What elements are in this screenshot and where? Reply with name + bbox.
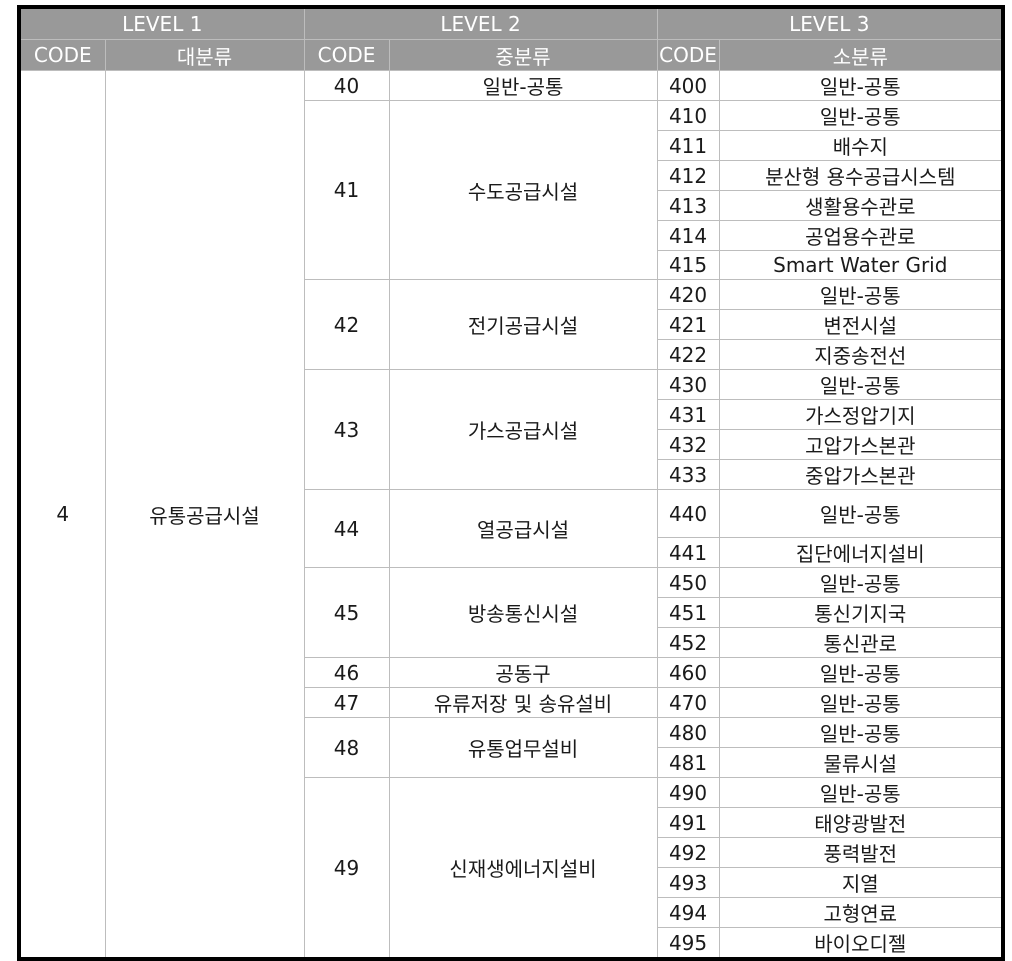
level2-code-cell: 48: [303, 717, 390, 779]
level1-name-header: 대분류: [104, 39, 305, 71]
level3-code-cell: 413: [656, 190, 720, 221]
level3-name-cell: 태양광발전: [718, 807, 1004, 839]
level3-code-cell: 412: [656, 160, 720, 191]
table-row: 4 유통공급시설 40 일반-공통 400 일반-공통: [18, 70, 1004, 960]
level3-code-cell: 421: [656, 309, 720, 341]
level3-name-cell: 일반-공통: [718, 70, 1004, 101]
level1-header: LEVEL 1: [18, 6, 305, 40]
level2-name-cell: 방송통신시설: [388, 567, 658, 659]
level3-name-cell: 일반-공통: [718, 489, 1004, 539]
level2-code-cell: 47: [303, 687, 390, 719]
level3-code-cell: 451: [656, 597, 720, 629]
level3-name-cell: 물류시설: [718, 747, 1004, 779]
level1-code-cell: 4: [18, 70, 106, 960]
level3-name-cell: 생활용수관로: [718, 190, 1004, 221]
level2-code-cell: 40: [303, 70, 390, 101]
level2-name-cell: 수도공급시설: [388, 99, 658, 281]
level3-name-cell: 변전시설: [718, 309, 1004, 341]
table-header: LEVEL 1 LEVEL 2 LEVEL 3 CODE 대분류 CODE 중분…: [18, 6, 1004, 71]
level3-code-cell: 422: [656, 339, 720, 371]
level2-name-cell: 유류저장 및 송유설비: [388, 687, 658, 719]
level3-code-cell: 480: [656, 717, 720, 749]
level3-name-cell: 일반-공통: [718, 717, 1004, 749]
level3-name-cell: 일반-공통: [718, 369, 1004, 401]
level2-name-cell: 전기공급시설: [388, 279, 658, 371]
level3-name-cell: 중압가스본관: [718, 459, 1004, 491]
level3-code-cell: 440: [656, 489, 720, 539]
level3-name-cell: 지중송전선: [718, 339, 1004, 371]
level3-code-cell: 410: [656, 100, 720, 131]
level3-name-cell: 통신관로: [718, 627, 1004, 659]
level2-code-cell: 46: [303, 657, 390, 689]
level1-code-header: CODE: [18, 39, 106, 71]
level3-name-cell: 일반-공통: [718, 777, 1004, 809]
level3-code-cell: 481: [656, 747, 720, 779]
level2-code-cell: 41: [303, 99, 390, 281]
level3-code-cell: 411: [656, 130, 720, 161]
level2-code-cell: 44: [303, 489, 390, 569]
level3-code-cell: 470: [656, 687, 720, 719]
level3-name-cell: 일반-공통: [718, 279, 1004, 311]
level3-code-cell: 430: [656, 369, 720, 401]
level2-name-cell: 신재생에너지설비: [388, 777, 658, 960]
level3-code-cell: 420: [656, 279, 720, 311]
level2-header: LEVEL 2: [303, 6, 658, 40]
level3-name-cell: 집단에너지설비: [718, 537, 1004, 569]
level3-code-cell: 441: [656, 537, 720, 569]
level3-name-cell: 일반-공통: [718, 657, 1004, 689]
level3-code-cell: 432: [656, 429, 720, 461]
level2-code-cell: 42: [303, 279, 390, 371]
level3-name-cell: 고형연료: [718, 897, 1004, 929]
level2-name-cell: 가스공급시설: [388, 369, 658, 491]
table-body: 4 유통공급시설 40 일반-공통 400 일반-공통 41 수도공급시설 410 일반-공통 41…: [18, 70, 1004, 960]
level3-code-cell: 452: [656, 627, 720, 659]
level3-code-cell: 495: [656, 927, 720, 960]
level2-name-cell: 일반-공통: [388, 70, 658, 101]
level2-name-cell: 열공급시설: [388, 489, 658, 569]
level2-name-header: 중분류: [388, 39, 658, 71]
level3-header: LEVEL 3: [656, 6, 1004, 40]
level3-code-header: CODE: [656, 39, 720, 71]
level3-name-cell: 통신기지국: [718, 597, 1004, 629]
level3-name-cell: 가스정압기지: [718, 399, 1004, 431]
level3-code-cell: 431: [656, 399, 720, 431]
level2-code-cell: 45: [303, 567, 390, 659]
level3-code-cell: 492: [656, 837, 720, 869]
level3-code-cell: 450: [656, 567, 720, 599]
level2-code-header: CODE: [303, 39, 390, 71]
level3-name-cell: 일반-공통: [718, 567, 1004, 599]
level3-name-cell: 지열: [718, 867, 1004, 899]
level3-name-cell: 바이오디젤: [718, 927, 1004, 960]
level1-name-cell: 유통공급시설: [104, 70, 305, 960]
level3-name-cell: 공업용수관로: [718, 220, 1004, 251]
level3-name-cell: Smart Water Grid: [718, 249, 1004, 281]
level3-name-cell: 풍력발전: [718, 837, 1004, 869]
level3-code-cell: 414: [656, 220, 720, 251]
level3-code-cell: 491: [656, 807, 720, 839]
level3-code-cell: 494: [656, 897, 720, 929]
level3-name-cell: 일반-공통: [718, 687, 1004, 719]
classification-table: LEVEL 1 LEVEL 2 LEVEL 3 CODE 대분류 CODE 중분…: [17, 5, 1006, 961]
level3-name-cell: 배수지: [718, 130, 1004, 161]
level3-code-cell: 415: [656, 249, 720, 281]
level2-code-cell: 43: [303, 369, 390, 491]
level2-name-cell: 유통업무설비: [388, 717, 658, 779]
level3-code-cell: 433: [656, 459, 720, 491]
level2-name-cell: 공동구: [388, 657, 658, 689]
level3-name-cell: 분산형 용수공급시스템: [718, 160, 1004, 191]
level3-name-cell: 고압가스본관: [718, 429, 1004, 461]
level3-code-cell: 400: [656, 70, 720, 101]
level3-code-cell: 460: [656, 657, 720, 689]
level3-code-cell: 493: [656, 867, 720, 899]
level2-code-cell: 49: [303, 777, 390, 960]
level3-name-header: 소분류: [718, 39, 1004, 71]
level3-code-cell: 490: [656, 777, 720, 809]
level3-name-cell: 일반-공통: [718, 100, 1004, 131]
